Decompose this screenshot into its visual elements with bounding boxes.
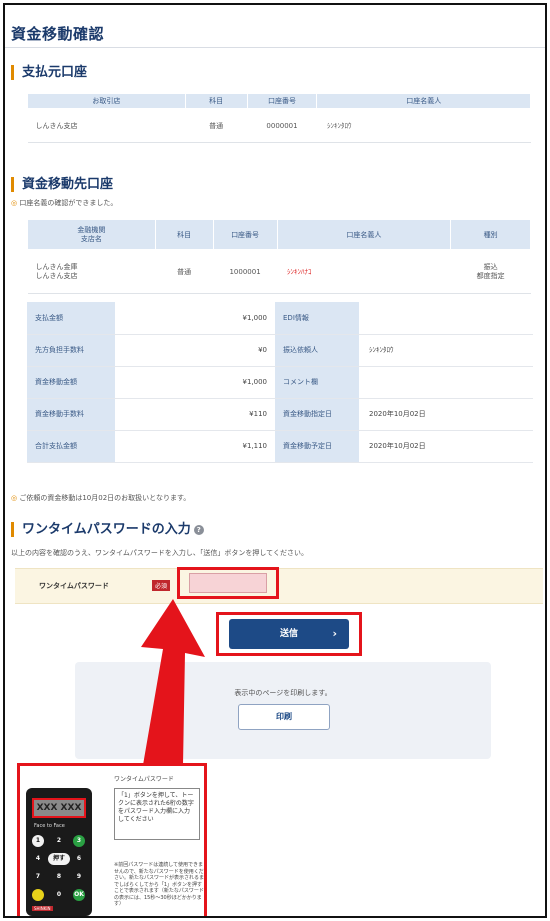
key-7: 7 — [32, 871, 44, 883]
key-6: 6 — [73, 853, 85, 865]
token-instruction: 「1」ボタンを押して、トークンに表示された6桁の数字をパスワード入力欄に入力して… — [114, 788, 200, 840]
token-guide-panel: ワンタイムパスワード XXX XXX Face to Face 1 2 3 4 … — [17, 763, 207, 916]
page-frame: 資金移動確認 支払元口座 お取引店 科目 口座番号 口座名義人 しんきん支店 普… — [3, 3, 547, 918]
key-3: 3 — [73, 835, 85, 847]
key-9: 9 — [73, 871, 85, 883]
token-device-icon: XXX XXX Face to Face 1 2 3 4 押す 6 7 8 9 … — [26, 788, 92, 916]
key-ok: OK — [73, 889, 85, 901]
key-push: 押す — [48, 853, 70, 865]
key-yellow — [32, 889, 44, 901]
key-8: 8 — [53, 871, 65, 883]
token-guide-title: ワンタイムパスワード — [114, 776, 174, 783]
token-note: ※前回パスワードは連続して使用できませんので、新たなパスワードを使用ください。新… — [114, 862, 205, 907]
key-0: 0 — [53, 889, 65, 901]
key-4: 4 — [32, 853, 44, 865]
token-brand: Face to Face — [34, 823, 65, 829]
key-1: 1 — [32, 835, 44, 847]
key-2: 2 — [53, 835, 65, 847]
token-logo: SHINKIN — [32, 906, 53, 911]
token-display: XXX XXX — [32, 798, 86, 818]
